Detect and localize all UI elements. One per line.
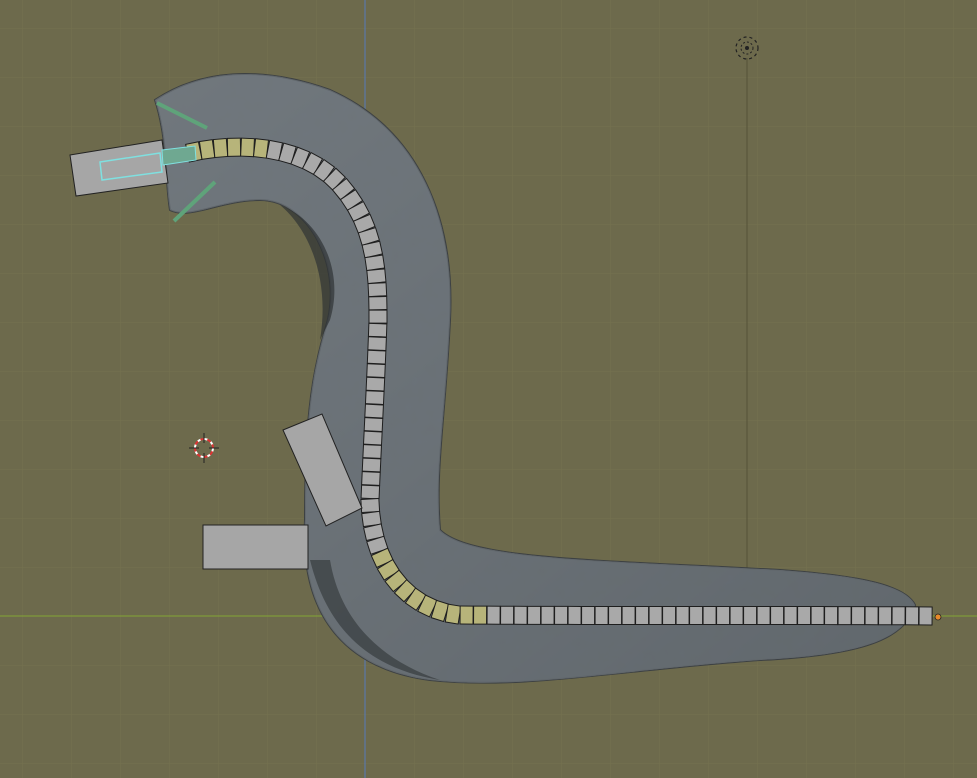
chain-link[interactable] (891, 606, 906, 626)
chain-link[interactable] (367, 282, 388, 298)
chain-link[interactable] (361, 457, 382, 473)
chain-link[interactable] (363, 430, 383, 446)
chain-link[interactable] (608, 605, 623, 625)
chain-link[interactable] (621, 605, 636, 625)
chain-link[interactable] (878, 606, 893, 626)
chain-link[interactable] (364, 390, 385, 406)
chain-link[interactable] (500, 605, 515, 625)
chain-link[interactable] (226, 137, 242, 157)
chain-link[interactable] (783, 606, 798, 626)
chain-link[interactable] (527, 605, 542, 625)
chain-link[interactable] (540, 605, 555, 625)
chain-link[interactable] (635, 605, 650, 625)
chain-link[interactable] (362, 444, 383, 459)
chain-link[interactable] (366, 349, 387, 365)
chain-link[interactable] (702, 606, 717, 626)
chain-link[interactable] (366, 268, 387, 285)
chain-link[interactable] (648, 605, 663, 625)
chain-link[interactable] (363, 417, 384, 433)
chain-link[interactable] (368, 309, 388, 324)
chain-link[interactable] (824, 606, 839, 626)
chain-link[interactable] (368, 295, 388, 311)
chain-link[interactable] (581, 605, 596, 625)
chain-link[interactable] (662, 605, 677, 625)
chain-link[interactable] (367, 322, 388, 338)
chain-link[interactable] (459, 605, 474, 625)
chain-link[interactable] (212, 137, 229, 159)
chain-link[interactable] (198, 139, 216, 160)
chain-link[interactable] (473, 605, 488, 625)
3d-viewport[interactable] (0, 0, 977, 778)
chain-link[interactable] (361, 471, 381, 486)
chain-link[interactable] (905, 606, 920, 626)
chain-link[interactable] (594, 605, 609, 625)
chain-link[interactable] (360, 497, 381, 514)
chain-link[interactable] (864, 606, 879, 626)
chain-link[interactable] (743, 606, 758, 626)
chain-link[interactable] (367, 336, 387, 352)
chain-link[interactable] (689, 605, 704, 626)
viewport-canvas[interactable] (0, 0, 977, 778)
curve-end-point-icon[interactable] (934, 613, 942, 621)
chain-link[interactable] (252, 138, 270, 159)
chain-link[interactable] (675, 605, 690, 625)
chain-link[interactable] (240, 137, 255, 158)
chain-link[interactable] (364, 403, 384, 419)
chain-link[interactable] (364, 254, 386, 272)
chain-link[interactable] (837, 606, 852, 626)
chain-link[interactable] (360, 484, 381, 500)
chain-link[interactable] (444, 603, 462, 625)
chain-link[interactable] (365, 376, 386, 392)
chain-link[interactable] (716, 606, 731, 626)
control-plane-lower[interactable] (202, 524, 309, 570)
chain-link[interactable] (770, 606, 785, 626)
chain-link[interactable] (554, 605, 569, 625)
chain-link[interactable] (851, 606, 866, 626)
chain-link[interactable] (810, 606, 825, 626)
chain-link[interactable] (729, 606, 744, 626)
chain-link[interactable] (797, 606, 812, 626)
chain-link[interactable] (486, 605, 501, 625)
chain-link[interactable] (366, 363, 386, 379)
chain-link[interactable] (567, 605, 582, 625)
chain-link[interactable] (918, 606, 933, 626)
chain-link[interactable] (513, 605, 528, 625)
chain-link[interactable] (756, 606, 771, 626)
